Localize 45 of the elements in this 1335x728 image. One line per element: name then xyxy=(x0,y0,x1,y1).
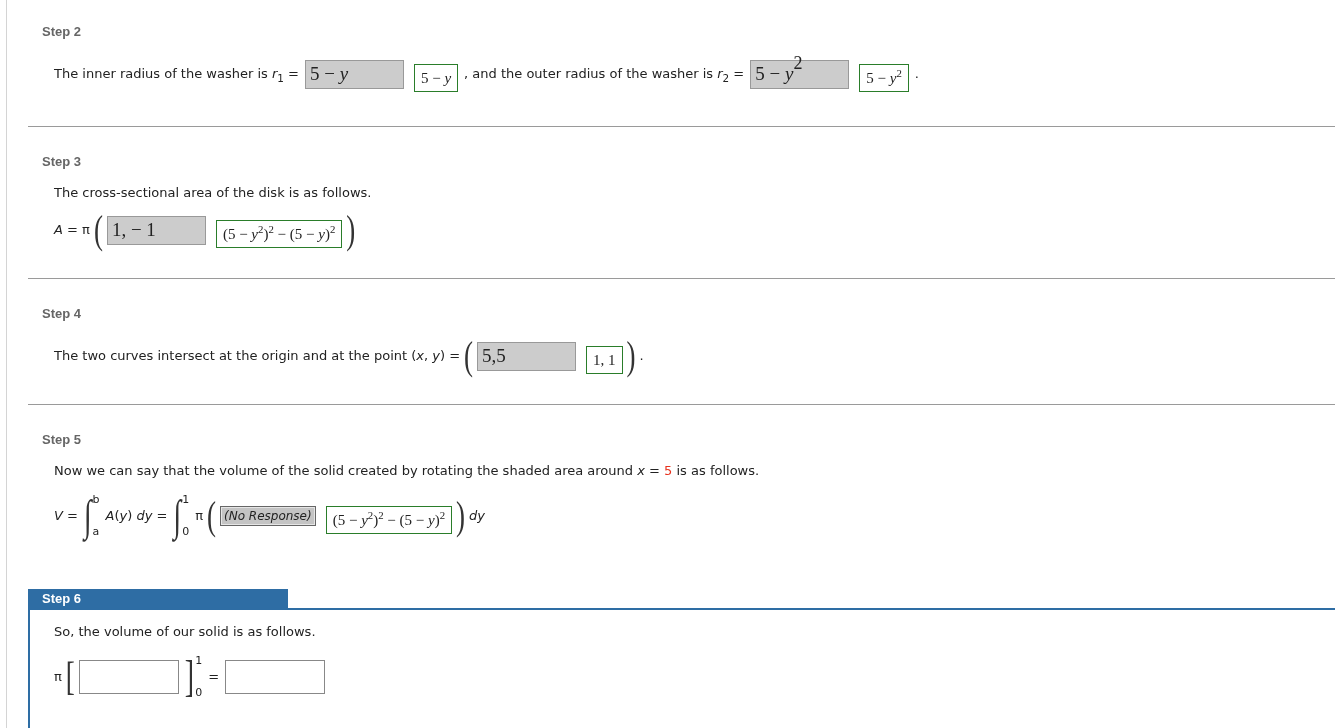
correct-answer: (5 − y$^{2}$)$^{2}$ − (5 − y)$^{2}$ xyxy=(325,506,453,534)
step-text: Now we can say that the volume of the solid created by rotating the shaded area around x = 5 is as follows. xyxy=(54,463,760,479)
math-delimiter: ( xyxy=(207,495,216,537)
lower-limit: a xyxy=(92,526,100,538)
response-field: (No Response) xyxy=(220,506,316,526)
step-title: Step 5 xyxy=(42,432,81,448)
step-title: Step 3 xyxy=(42,154,81,170)
answer-field[interactable] xyxy=(78,660,179,694)
math-delimiter: ) xyxy=(346,209,356,251)
correct-answer: 1, 1 xyxy=(586,346,623,374)
math-expression: V = xyxy=(54,508,78,524)
upper-limit: 1 xyxy=(182,494,190,506)
math-expression: dy xyxy=(469,508,486,524)
math-delimiter: ) xyxy=(456,495,466,537)
math-expression: A(y) dy = xyxy=(105,508,168,524)
answer-field[interactable] xyxy=(225,660,326,694)
math-delimiter: ( xyxy=(93,209,103,251)
math-delimiter: [ xyxy=(65,656,75,698)
step-text: , and the outer radius of the washer is r$_{2}$ = xyxy=(464,66,745,82)
step-text: The cross-sectional area of the disk is as follows. xyxy=(54,185,372,201)
step-title: Step 2 xyxy=(42,24,81,40)
lower-limit: 0 xyxy=(182,526,190,538)
lower-limit: 0 xyxy=(195,687,203,699)
response-field: 5,5 xyxy=(477,341,577,371)
step-header: Step 6 xyxy=(28,589,288,608)
correct-answer: (5 − y$^{2}$)$^{2}$ − (5 − y)$^{2}$ xyxy=(215,220,343,248)
math-expression: π xyxy=(54,669,62,685)
upper-limit: b xyxy=(92,494,100,506)
step-text: The inner radius of the washer is r$_{1}$ = xyxy=(54,66,299,82)
math-expression: A = π xyxy=(54,222,90,238)
step-text: So, the volume of our solid is as follows. xyxy=(54,624,316,640)
math-symbol: ] xyxy=(184,655,195,699)
math-delimiter: ) xyxy=(626,335,636,377)
correct-answer: 5 − y$^{2}$ xyxy=(859,64,909,92)
step-text: The two curves intersect at the origin and at the point (x, y) = xyxy=(54,348,461,364)
response-field: 5 − y xyxy=(304,59,404,89)
math-delimiter: ( xyxy=(464,335,474,377)
math-expression: = xyxy=(208,669,220,685)
step-text: . xyxy=(914,66,919,82)
math-expression: π xyxy=(195,508,203,524)
step-text: . xyxy=(639,348,644,364)
correct-answer: 5 − y xyxy=(413,64,459,92)
response-field: 1, − 1 xyxy=(106,215,206,245)
upper-limit: 1 xyxy=(195,655,203,667)
step-title: Step 4 xyxy=(42,306,81,322)
